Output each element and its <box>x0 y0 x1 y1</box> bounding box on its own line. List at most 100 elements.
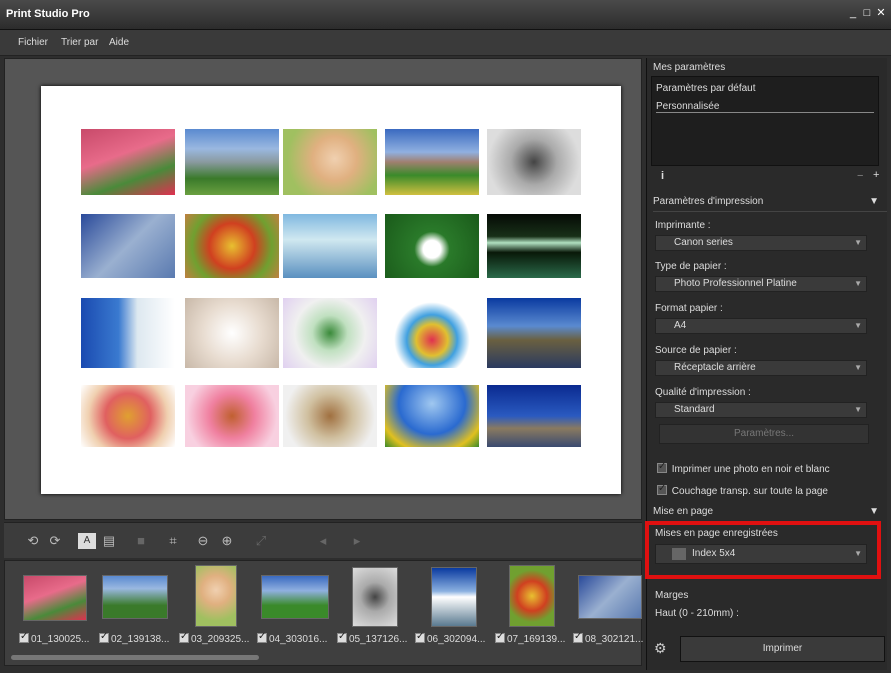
checkbox-icon[interactable] <box>179 631 189 643</box>
paper-preview <box>41 86 621 494</box>
collapse-icon[interactable]: ▼ <box>869 196 879 207</box>
photo-thumbnail[interactable] <box>385 214 479 278</box>
frame-icon[interactable]: ■ <box>132 533 150 549</box>
collapse-icon: ▼ <box>869 506 879 517</box>
filmstrip: 01_130025... 02_139138... 03_209325... 0… <box>4 560 643 666</box>
minus-icon[interactable]: − <box>857 170 863 182</box>
filmstrip-scrollbar[interactable] <box>11 655 259 660</box>
filmstrip-label[interactable]: 07_169139... <box>495 631 565 645</box>
photo-thumbnail[interactable] <box>185 129 279 195</box>
paper-source-label: Source de papier : <box>655 345 737 356</box>
filmstrip-label[interactable]: 08_302121... <box>573 631 643 645</box>
quality-select[interactable]: Standard ▼ <box>655 402 867 418</box>
preview-toolbar: ⟲ ⟳ A ▤ ■ ⌗ ⊖ ⊕ ⤢ ◂ ▸ <box>4 522 642 558</box>
printer-label: Imprimante : <box>655 220 711 231</box>
menu-trier-par[interactable]: Trier par <box>61 37 98 48</box>
photo-thumbnail[interactable] <box>487 214 581 278</box>
checkbox-icon[interactable] <box>415 631 425 643</box>
paper-source-select[interactable]: Réceptacle arrière ▼ <box>655 360 867 376</box>
zoom-out-icon[interactable]: ⊖ <box>194 533 212 549</box>
title-bar: Print Studio Pro _ □ ✕ <box>0 0 891 30</box>
chevron-down-icon: ▼ <box>854 405 862 414</box>
filmstrip-thumbnail[interactable] <box>195 565 237 627</box>
photo-thumbnail[interactable] <box>283 129 377 195</box>
zoom-in-icon[interactable]: ⊕ <box>218 533 236 549</box>
photo-thumbnail[interactable] <box>185 385 279 447</box>
filmstrip-label[interactable]: 01_130025... <box>19 631 89 645</box>
menu-fichier[interactable]: Fichier <box>18 37 48 48</box>
photo-thumbnail[interactable] <box>385 385 479 447</box>
margins-label: Marges <box>655 590 689 601</box>
minimize-icon[interactable]: _ <box>847 6 859 20</box>
gear-icon[interactable]: ⚙ <box>654 640 667 657</box>
photo-thumbnail[interactable] <box>385 129 479 195</box>
maximize-icon[interactable]: □ <box>861 6 873 20</box>
paper-type-select[interactable]: Photo Professionnel Platine ▼ <box>655 276 867 292</box>
paper-type-label: Type de papier : <box>655 261 727 272</box>
plus-icon[interactable]: + <box>873 169 879 181</box>
layout-header[interactable]: Mise en page ▼ <box>653 506 887 520</box>
filmstrip-label[interactable]: 02_139138... <box>99 631 169 645</box>
photo-thumbnail[interactable] <box>385 298 479 368</box>
menu-aide[interactable]: Aide <box>109 37 129 48</box>
printer-select[interactable]: Canon series ▼ <box>655 235 867 251</box>
photo-thumbnail[interactable] <box>283 214 377 278</box>
filmstrip-thumbnail[interactable] <box>431 567 477 627</box>
settings-item-custom[interactable]: Personnalisée <box>656 101 874 113</box>
info-icon[interactable]: i <box>661 170 664 182</box>
filmstrip-label[interactable]: 06_302094... <box>415 631 485 645</box>
checkbox-icon[interactable] <box>99 631 109 643</box>
menu-bar: Fichier Trier par Aide <box>0 30 891 56</box>
chevron-down-icon: ▼ <box>854 238 862 247</box>
paper-size-select[interactable]: A4 ▼ <box>655 318 867 334</box>
photo-thumbnail[interactable] <box>487 385 581 447</box>
photo-thumbnail[interactable] <box>283 385 377 447</box>
filmstrip-thumbnail[interactable] <box>102 575 168 619</box>
filmstrip-thumbnail[interactable] <box>23 575 87 621</box>
rotate-right-icon[interactable]: ⟳ <box>46 533 64 549</box>
filmstrip-label[interactable]: 05_137126... <box>337 631 407 645</box>
photo-thumbnail[interactable] <box>487 298 581 368</box>
document-icon[interactable]: ▤ <box>100 533 118 549</box>
photo-thumbnail[interactable] <box>81 129 175 195</box>
checkbox-icon[interactable] <box>495 631 505 643</box>
my-settings-header: Mes paramètres <box>653 62 726 73</box>
filmstrip-label[interactable]: 03_209325... <box>179 631 249 645</box>
filmstrip-thumbnail[interactable] <box>509 565 555 627</box>
parameters-button[interactable]: Paramètres... <box>659 424 869 444</box>
print-settings-header[interactable]: Paramètres d'impression ▼ <box>653 196 887 212</box>
checkbox-icon[interactable] <box>337 631 347 643</box>
my-settings-list: Paramètres par défaut Personnalisée <box>651 76 879 166</box>
filmstrip-thumbnail[interactable] <box>578 575 642 619</box>
filmstrip-thumbnail[interactable] <box>352 567 398 627</box>
close-icon[interactable]: ✕ <box>875 6 887 20</box>
chevron-down-icon: ▼ <box>854 321 862 330</box>
paper-size-label: Format papier : <box>655 303 723 314</box>
photo-thumbnail[interactable] <box>81 298 175 368</box>
photo-thumbnail[interactable] <box>81 385 175 447</box>
photo-thumbnail[interactable] <box>283 298 377 368</box>
checkbox-icon <box>657 461 667 473</box>
rotate-left-icon[interactable]: ⟲ <box>24 533 42 549</box>
filmstrip-thumbnail[interactable] <box>261 575 329 619</box>
fit-icon[interactable]: ⤢ <box>252 533 270 549</box>
filmstrip-label[interactable]: 04_303016... <box>257 631 327 645</box>
bw-checkbox-row[interactable]: Imprimer une photo en noir et blanc <box>657 461 830 475</box>
photo-thumbnail[interactable] <box>185 298 279 368</box>
next-icon[interactable]: ▸ <box>348 533 366 549</box>
crop-icon[interactable]: ⌗ <box>164 533 182 549</box>
photo-thumbnail[interactable] <box>185 214 279 278</box>
settings-item-default[interactable]: Paramètres par défaut <box>656 83 756 94</box>
photo-thumbnail[interactable] <box>81 214 175 278</box>
previous-icon[interactable]: ◂ <box>314 533 332 549</box>
checkbox-icon[interactable] <box>257 631 267 643</box>
window-title: Print Studio Pro <box>6 8 90 20</box>
photo-thumbnail[interactable] <box>487 129 581 195</box>
preview-area <box>4 58 642 520</box>
checkbox-icon[interactable] <box>573 631 583 643</box>
coating-checkbox-row[interactable]: Couchage transp. sur toute la page <box>657 483 828 497</box>
print-button[interactable]: Imprimer <box>680 636 885 662</box>
checkbox-icon <box>657 483 667 495</box>
checkbox-icon[interactable] <box>19 631 29 643</box>
text-icon[interactable]: A <box>78 533 96 549</box>
